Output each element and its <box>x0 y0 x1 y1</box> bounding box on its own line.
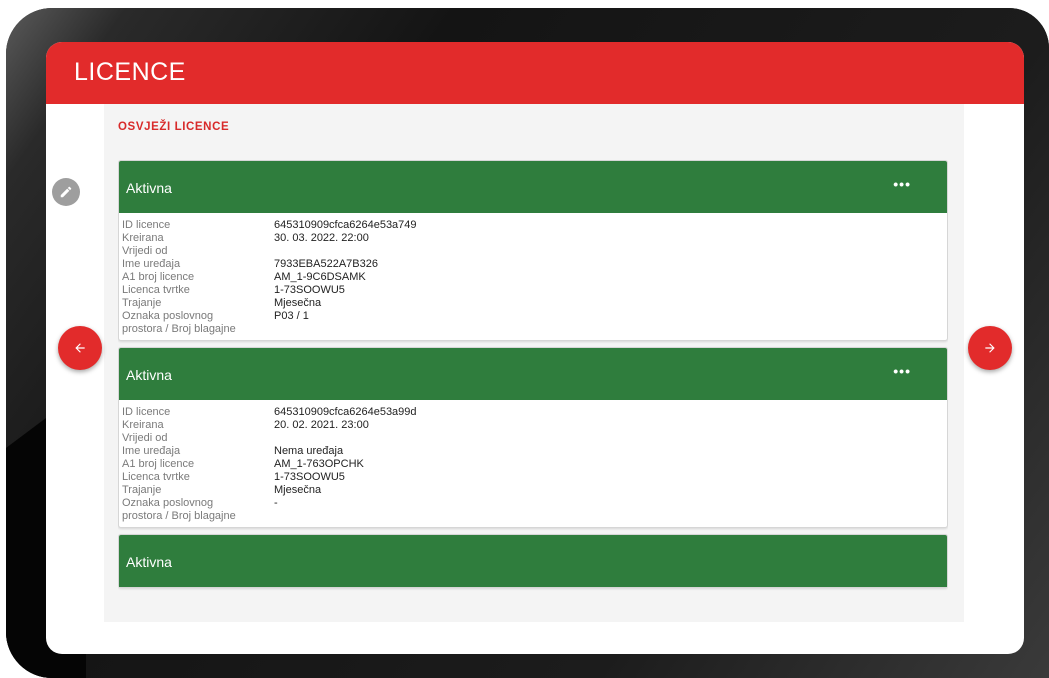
detail-label: Vrijedi od <box>122 432 168 444</box>
detail-row-location: Oznaka poslovnog - <box>122 497 947 510</box>
detail-label: A1 broj licence <box>122 458 195 470</box>
detail-row-valid-from: Vrijedi od <box>122 245 947 258</box>
detail-row-location-cont: prostora / Broj blagajne <box>122 510 947 523</box>
detail-label: Oznaka poslovnog <box>122 497 214 509</box>
detail-label: Vrijedi od <box>122 245 168 257</box>
license-details: ID licence 645310909cfca6264e53a749 Krei… <box>119 213 947 340</box>
detail-row-location: Oznaka poslovnog P03 / 1 <box>122 310 947 323</box>
detail-row-a1-number: A1 broj licence AM_1-9C6DSAMK <box>122 271 947 284</box>
page-title: LICENCE <box>74 58 186 86</box>
detail-value: Nema uređaja <box>274 445 344 457</box>
license-list[interactable]: Aktivna ••• ID licence 645310909cfca6264… <box>118 160 948 609</box>
detail-value: Mjesečna <box>274 484 322 496</box>
detail-label: Oznaka poslovnog <box>122 310 214 322</box>
tablet-frame: LICENCE OSVJEŽI LICENCE Aktivna ••• ID l… <box>6 8 1049 678</box>
detail-label: ID licence <box>122 406 171 418</box>
license-content: OSVJEŽI LICENCE Aktivna ••• ID licence 6… <box>104 104 964 622</box>
app-bar: LICENCE <box>46 42 1024 104</box>
detail-label: Trajanje <box>122 297 162 309</box>
detail-label: Licenca tvrtke <box>122 471 190 483</box>
more-options-icon[interactable]: ••• <box>893 363 911 379</box>
app-screen: LICENCE OSVJEŽI LICENCE Aktivna ••• ID l… <box>46 42 1024 654</box>
detail-label: Trajanje <box>122 484 162 496</box>
detail-label: prostora / Broj blagajne <box>122 323 236 335</box>
detail-row-created: Kreirana 30. 03. 2022. 22:00 <box>122 232 947 245</box>
detail-value: 20. 02. 2021. 23:00 <box>274 419 369 431</box>
license-card-header: Aktivna ••• <box>119 161 947 213</box>
pencil-icon[interactable] <box>52 178 80 206</box>
detail-value: AM_1-763OPCHK <box>274 458 364 470</box>
arrow-left-icon <box>75 343 85 353</box>
license-card-header: Aktivna <box>119 535 947 587</box>
detail-value: 30. 03. 2022. 22:00 <box>274 232 369 244</box>
license-card: Aktivna <box>118 534 948 588</box>
detail-label: A1 broj licence <box>122 271 195 283</box>
license-details: ID licence 645310909cfca6264e53a99d Krei… <box>119 400 947 527</box>
detail-value: AM_1-9C6DSAMK <box>274 271 366 283</box>
detail-row-device: Ime uređaja Nema uređaja <box>122 445 947 458</box>
detail-value: 645310909cfca6264e53a99d <box>274 406 417 418</box>
next-button[interactable] <box>968 326 1012 370</box>
license-card: Aktivna ••• ID licence 645310909cfca6264… <box>118 347 948 528</box>
status-label: Aktivna <box>126 367 172 383</box>
detail-row-location-cont: prostora / Broj blagajne <box>122 323 947 336</box>
detail-row-a1-number: A1 broj licence AM_1-763OPCHK <box>122 458 947 471</box>
detail-row-device: Ime uređaja 7933EBA522A7B326 <box>122 258 947 271</box>
detail-value: Mjesečna <box>274 297 322 309</box>
detail-row-duration: Trajanje Mjesečna <box>122 297 947 310</box>
detail-row-created: Kreirana 20. 02. 2021. 23:00 <box>122 419 947 432</box>
detail-label: ID licence <box>122 219 171 231</box>
detail-label: Kreirana <box>122 419 164 431</box>
status-label: Aktivna <box>126 554 172 570</box>
detail-row-company-license: Licenca tvrtke 1-73SOOWU5 <box>122 284 947 297</box>
status-label: Aktivna <box>126 180 172 196</box>
detail-label: Ime uređaja <box>122 445 181 457</box>
detail-row-id: ID licence 645310909cfca6264e53a749 <box>122 219 947 232</box>
detail-row-valid-from: Vrijedi od <box>122 432 947 445</box>
detail-row-company-license: Licenca tvrtke 1-73SOOWU5 <box>122 471 947 484</box>
detail-value: 1-73SOOWU5 <box>274 284 345 296</box>
license-card: Aktivna ••• ID licence 645310909cfca6264… <box>118 160 948 341</box>
prev-button[interactable] <box>58 326 102 370</box>
detail-label: Ime uređaja <box>122 258 181 270</box>
arrow-right-icon <box>985 343 995 353</box>
detail-value: - <box>274 497 278 509</box>
detail-row-duration: Trajanje Mjesečna <box>122 484 947 497</box>
detail-label: Kreirana <box>122 232 164 244</box>
license-card-header: Aktivna ••• <box>119 348 947 400</box>
detail-value: 1-73SOOWU5 <box>274 471 345 483</box>
detail-row-id: ID licence 645310909cfca6264e53a99d <box>122 406 947 419</box>
detail-value: 7933EBA522A7B326 <box>274 258 378 270</box>
more-options-icon[interactable]: ••• <box>893 176 911 192</box>
refresh-licenses-button[interactable]: OSVJEŽI LICENCE <box>118 121 229 133</box>
detail-label: Licenca tvrtke <box>122 284 190 296</box>
detail-label: prostora / Broj blagajne <box>122 510 236 522</box>
detail-value: P03 / 1 <box>274 310 309 322</box>
detail-value: 645310909cfca6264e53a749 <box>274 219 417 231</box>
